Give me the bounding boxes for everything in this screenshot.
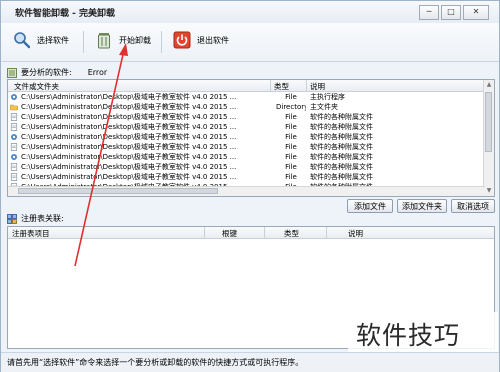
watermark: 软件技巧 (348, 312, 498, 352)
watermark-text: 软件技巧 (356, 321, 461, 350)
